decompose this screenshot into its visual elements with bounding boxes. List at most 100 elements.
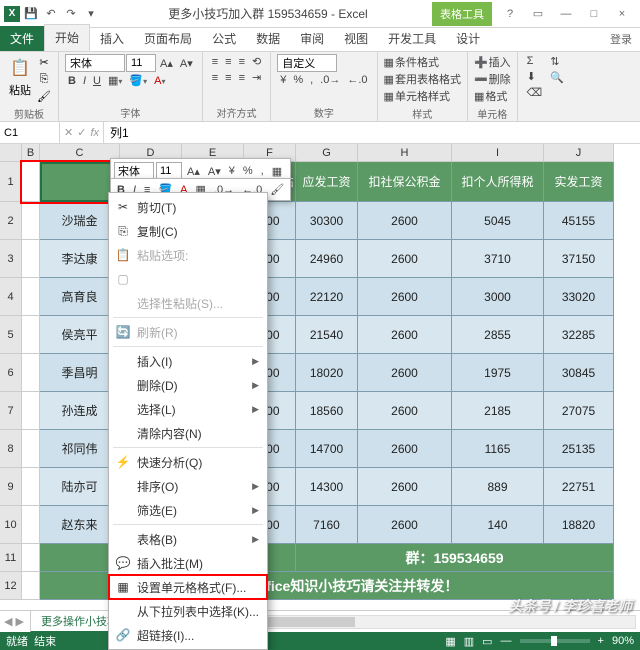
- row-header[interactable]: 5: [0, 316, 22, 354]
- zoom-out-icon[interactable]: —: [501, 635, 512, 647]
- cell[interactable]: [22, 240, 40, 278]
- currency-icon[interactable]: ¥: [277, 73, 289, 87]
- conditional-format-button[interactable]: ▦ 条件格式: [384, 54, 461, 70]
- cell[interactable]: 14700: [296, 430, 358, 468]
- cell[interactable]: 3710: [452, 240, 544, 278]
- cell[interactable]: 2600: [358, 354, 452, 392]
- autosum-icon[interactable]: Σ: [524, 54, 546, 68]
- cell[interactable]: [22, 506, 40, 544]
- cell[interactable]: 1975: [452, 354, 544, 392]
- cell[interactable]: 18820: [544, 506, 614, 544]
- ctx-insert[interactable]: 插入(I)▶: [109, 349, 267, 373]
- ctx-format-cells[interactable]: ▦设置单元格格式(F)...: [109, 575, 267, 599]
- tab-design[interactable]: 设计: [446, 26, 490, 51]
- cell[interactable]: 2600: [358, 240, 452, 278]
- decrease-decimal-icon[interactable]: ←.0: [344, 73, 370, 87]
- cell[interactable]: [22, 354, 40, 392]
- mini-percent-icon[interactable]: %: [240, 164, 256, 178]
- cell[interactable]: 21540: [296, 316, 358, 354]
- minimize-icon[interactable]: —: [554, 4, 578, 24]
- row-header[interactable]: 1: [0, 162, 22, 202]
- mini-increase-font-icon[interactable]: A▴: [184, 164, 203, 179]
- view-break-icon[interactable]: ▭: [482, 635, 492, 648]
- cell[interactable]: 3000: [452, 278, 544, 316]
- number-format-select[interactable]: [277, 54, 337, 72]
- tab-data[interactable]: 数据: [246, 26, 290, 51]
- cell[interactable]: 22751: [544, 468, 614, 506]
- row-header[interactable]: 8: [0, 430, 22, 468]
- save-icon[interactable]: 💾: [22, 5, 40, 23]
- cell[interactable]: 2600: [358, 506, 452, 544]
- cell[interactable]: [22, 544, 40, 572]
- cell[interactable]: [22, 430, 40, 468]
- clear-icon[interactable]: ⌫: [524, 85, 546, 100]
- cell[interactable]: 25135: [544, 430, 614, 468]
- fill-color-icon[interactable]: 🪣▾: [126, 73, 150, 88]
- tab-review[interactable]: 审阅: [290, 26, 334, 51]
- ctx-insert-comment[interactable]: 💬插入批注(M): [109, 551, 267, 575]
- mini-decrease-font-icon[interactable]: A▾: [205, 164, 224, 179]
- cell[interactable]: 2185: [452, 392, 544, 430]
- row-header[interactable]: 2: [0, 202, 22, 240]
- cell[interactable]: 2600: [358, 468, 452, 506]
- indent-icon[interactable]: ⇥: [249, 70, 264, 85]
- ctx-filter[interactable]: 筛选(E)▶: [109, 498, 267, 522]
- tab-dev[interactable]: 开发工具: [378, 26, 446, 51]
- cell[interactable]: 33020: [544, 278, 614, 316]
- col-header[interactable]: B: [22, 144, 40, 162]
- align-top-icon[interactable]: ≡: [209, 55, 221, 69]
- zoom-in-icon[interactable]: +: [598, 635, 604, 647]
- align-bottom-icon[interactable]: ≡: [236, 55, 248, 69]
- col-header[interactable]: C: [40, 144, 120, 162]
- align-right-icon[interactable]: ≡: [236, 71, 248, 85]
- cell[interactable]: 889: [452, 468, 544, 506]
- cell[interactable]: 45155: [544, 202, 614, 240]
- ctx-clear[interactable]: 清除内容(N): [109, 421, 267, 445]
- cell[interactable]: 27075: [544, 392, 614, 430]
- row-header[interactable]: 7: [0, 392, 22, 430]
- fx-icon[interactable]: fx: [90, 127, 99, 139]
- cell[interactable]: 18560: [296, 392, 358, 430]
- ctx-sort[interactable]: 排序(O)▶: [109, 474, 267, 498]
- orientation-icon[interactable]: ⟲: [249, 54, 264, 69]
- ctx-quick-analysis[interactable]: ⚡快速分析(Q): [109, 450, 267, 474]
- format-cells-button[interactable]: ▦ 格式: [474, 88, 511, 104]
- align-left-icon[interactable]: ≡: [209, 71, 221, 85]
- cell[interactable]: [22, 392, 40, 430]
- ribbon-display-icon[interactable]: ▭: [526, 4, 550, 24]
- cell[interactable]: 22120: [296, 278, 358, 316]
- cell-style-button[interactable]: ▦ 单元格样式: [384, 88, 461, 104]
- fill-icon[interactable]: ⬇: [524, 69, 546, 84]
- tab-formula[interactable]: 公式: [202, 26, 246, 51]
- cell[interactable]: [22, 572, 40, 600]
- ctx-delete[interactable]: 删除(D)▶: [109, 373, 267, 397]
- cell[interactable]: [22, 202, 40, 240]
- cell[interactable]: 2600: [358, 316, 452, 354]
- cell[interactable]: 扣社保公积金: [358, 162, 452, 202]
- table-format-button[interactable]: ▦ 套用表格格式: [384, 71, 461, 87]
- select-all-corner[interactable]: [0, 144, 22, 162]
- qat-customize-icon[interactable]: ▾: [82, 5, 100, 23]
- cell[interactable]: 群：159534659: [296, 544, 614, 572]
- login-link[interactable]: 登录: [602, 27, 640, 51]
- percent-icon[interactable]: %: [290, 73, 306, 87]
- font-size-input[interactable]: [126, 54, 156, 72]
- cell[interactable]: [22, 468, 40, 506]
- border-icon[interactable]: ▦▾: [105, 73, 125, 88]
- tab-home[interactable]: 开始: [44, 24, 90, 51]
- ctx-cut[interactable]: ✂剪切(T): [109, 195, 267, 219]
- cell[interactable]: 实发工资: [544, 162, 614, 202]
- cell[interactable]: 1165: [452, 430, 544, 468]
- cell[interactable]: 37150: [544, 240, 614, 278]
- col-header[interactable]: H: [358, 144, 452, 162]
- undo-icon[interactable]: ↶: [42, 5, 60, 23]
- cell[interactable]: 140: [452, 506, 544, 544]
- find-icon[interactable]: 🔍: [547, 70, 567, 85]
- mini-border-icon[interactable]: ▦: [269, 164, 285, 179]
- view-normal-icon[interactable]: ▦: [445, 635, 455, 648]
- insert-cells-button[interactable]: ➕ 插入: [474, 54, 511, 70]
- col-header[interactable]: I: [452, 144, 544, 162]
- cell[interactable]: [22, 162, 40, 202]
- row-header[interactable]: 9: [0, 468, 22, 506]
- cell[interactable]: 应发工资: [296, 162, 358, 202]
